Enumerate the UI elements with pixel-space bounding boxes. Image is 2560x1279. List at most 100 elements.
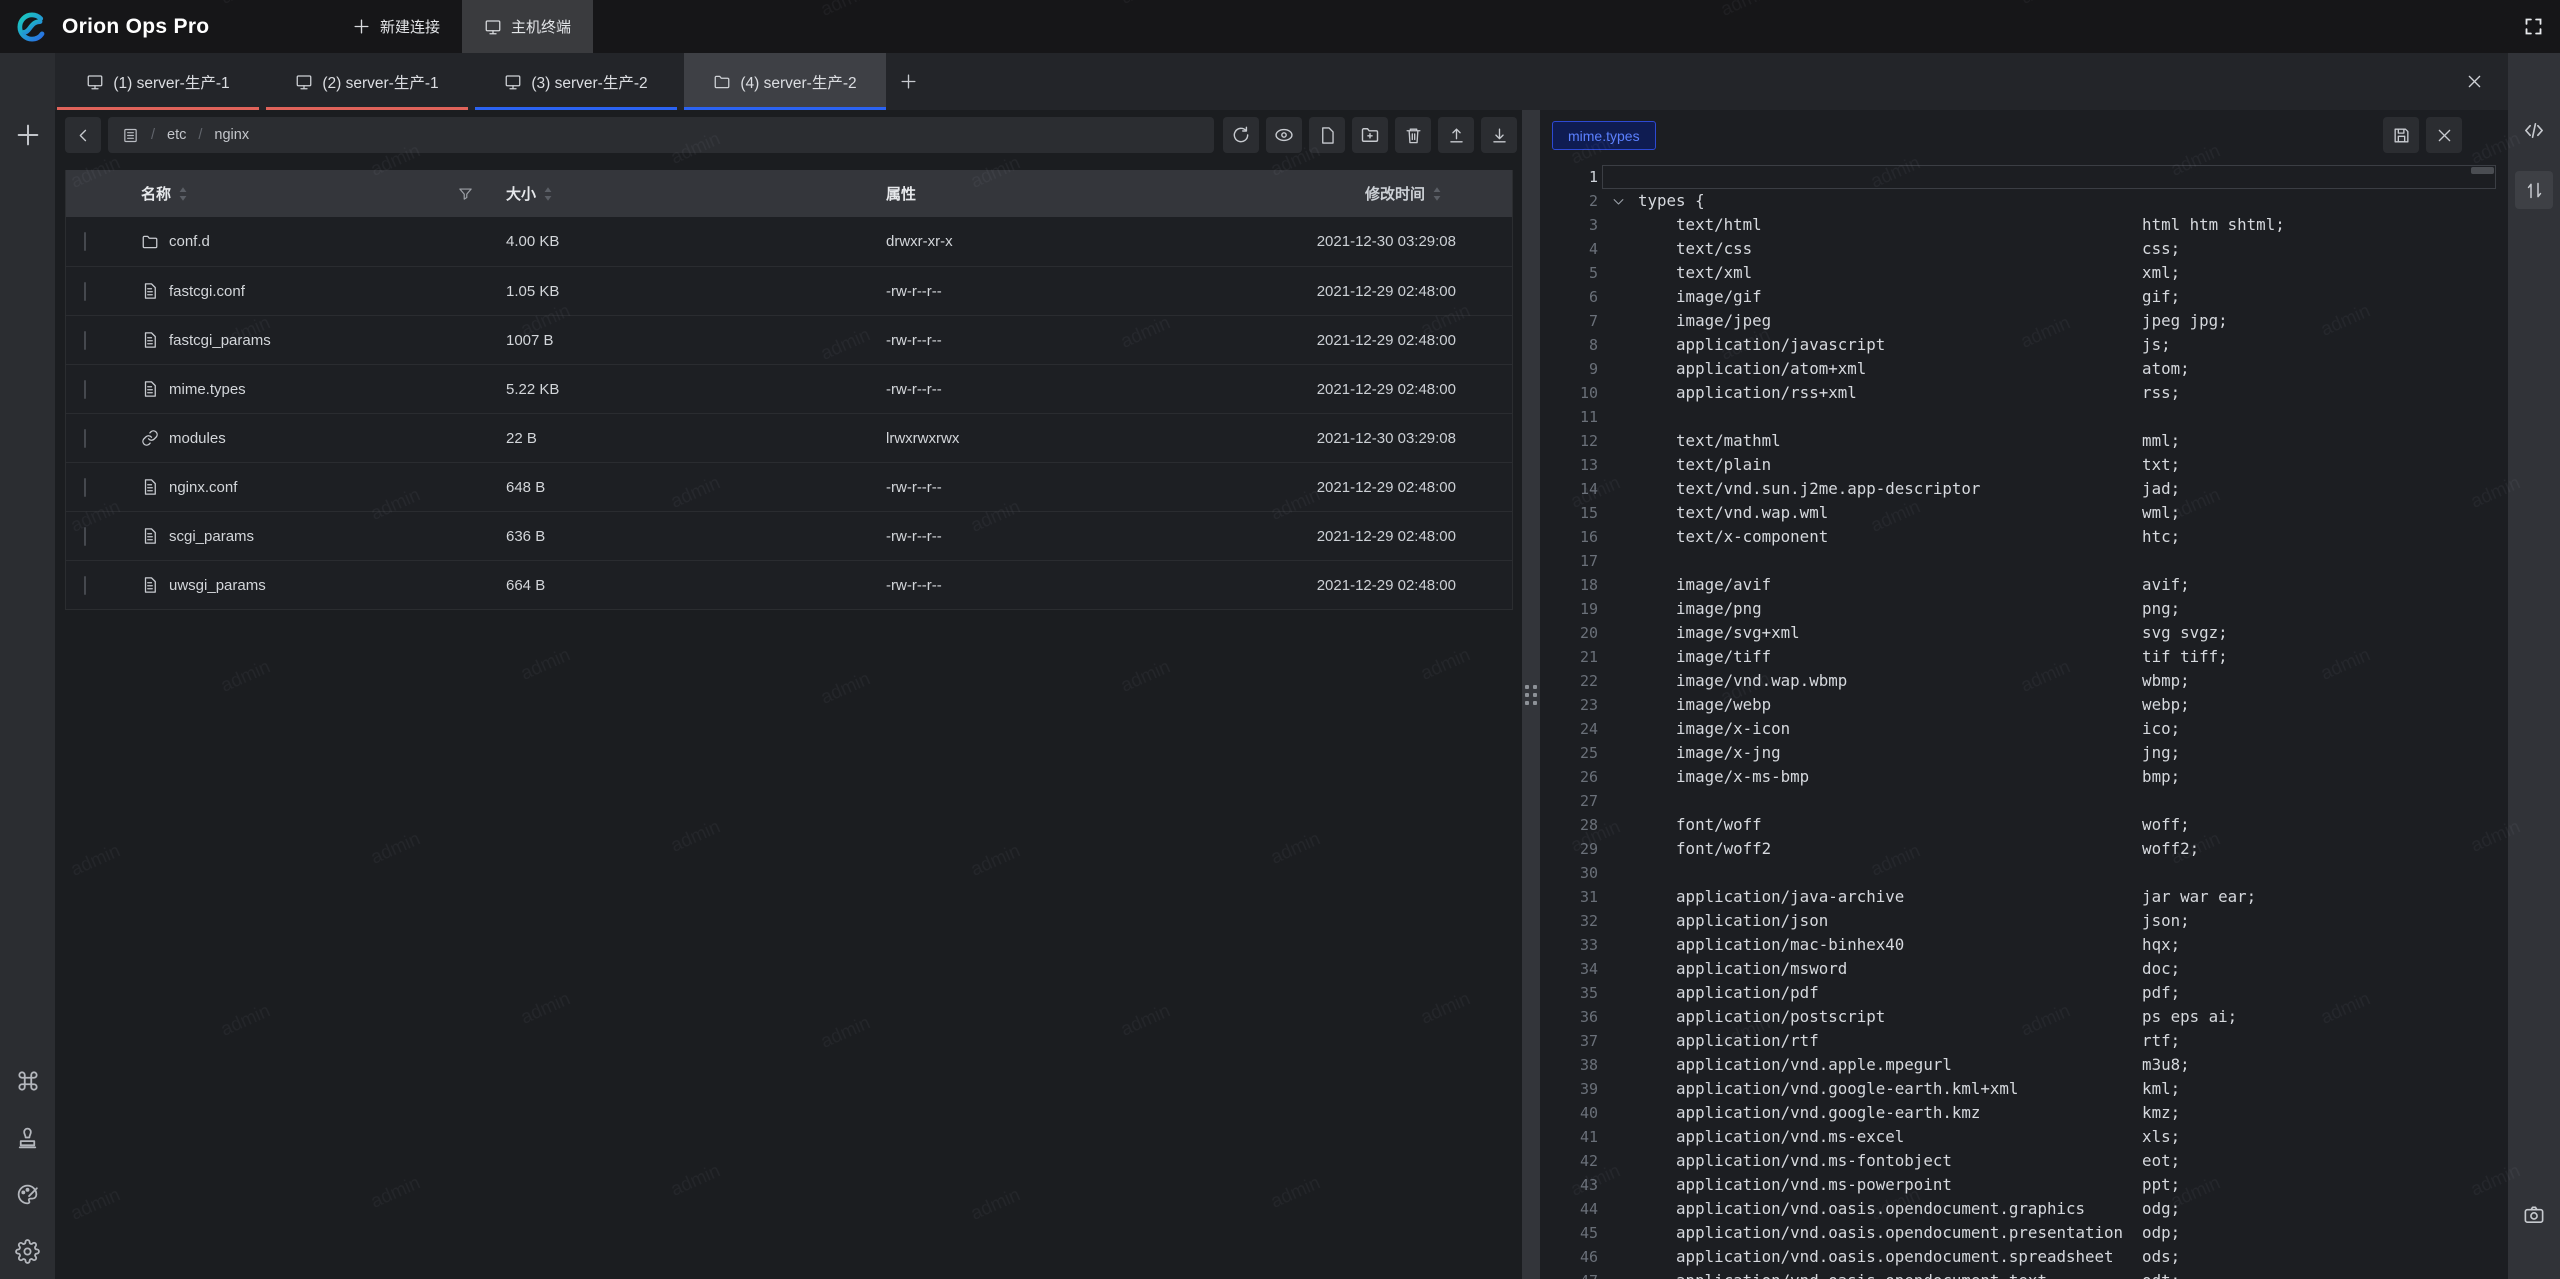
open-file-tab[interactable]: mime.types [1552, 121, 1656, 150]
line-number: 34 [1540, 957, 1598, 981]
delete-icon [1404, 126, 1423, 145]
code-text: font/woff woff; [1638, 813, 2190, 837]
file-row-scgi_params[interactable]: scgi_params636 B-rw-r--r--2021-12-29 02:… [66, 511, 1512, 560]
row-checkbox[interactable] [84, 576, 86, 595]
line-number: 6 [1540, 285, 1598, 309]
code-text: application/vnd.google-earth.kmz kmz; [1638, 1101, 2180, 1125]
fold-gutter [1598, 813, 1638, 837]
close-panel-button[interactable] [2465, 53, 2484, 110]
panel-splitter[interactable] [1522, 110, 1540, 1279]
tab-label: (1) server-生产-1 [113, 71, 229, 93]
save-icon [2392, 126, 2411, 145]
line-number: 44 [1540, 1197, 1598, 1221]
line-number: 20 [1540, 621, 1598, 645]
column-header-size[interactable]: 大小 [506, 183, 536, 204]
add-tab-button[interactable] [886, 53, 930, 110]
sort-icon[interactable] [543, 186, 553, 202]
fold-gutter [1598, 909, 1638, 933]
fold-gutter [1598, 309, 1638, 333]
close-editor-button[interactable] [2426, 117, 2462, 153]
link-icon [141, 429, 159, 447]
fold-gutter [1598, 669, 1638, 693]
row-checkbox[interactable] [84, 380, 86, 399]
code-line-38: 38 application/vnd.apple.mpegurl m3u8; [1540, 1053, 2508, 1077]
tab-label: (4) server-生产-2 [740, 71, 856, 93]
fold-gutter [1598, 429, 1638, 453]
file-row-mime.types[interactable]: mime.types5.22 KB-rw-r--r--2021-12-29 02… [66, 364, 1512, 413]
breadcrumb-segment-etc[interactable]: etc [167, 127, 186, 143]
code-text: application/msword doc; [1638, 957, 2180, 981]
row-checkbox[interactable] [84, 429, 86, 448]
root-list-icon[interactable] [122, 127, 139, 144]
code-text: application/postscript ps eps ai; [1638, 1005, 2237, 1029]
fold-gutter [1598, 1005, 1638, 1029]
row-checkbox[interactable] [84, 527, 86, 546]
screenshot-camera-icon[interactable] [2523, 1203, 2546, 1226]
code-editor[interactable]: 12types {3 text/html html htm shtml;4 te… [1540, 160, 2508, 1279]
row-checkbox[interactable] [84, 478, 86, 497]
fold-chevron-icon[interactable] [1598, 189, 1638, 213]
file-row-fastcgi.conf[interactable]: fastcgi.conf1.05 KB-rw-r--r--2021-12-29 … [66, 266, 1512, 315]
sidebar-add-button[interactable] [12, 119, 44, 151]
monitor-icon [484, 18, 502, 36]
fold-gutter [1598, 261, 1638, 285]
stamp-icon[interactable] [14, 1124, 41, 1151]
refresh-button[interactable] [1223, 117, 1259, 153]
file-attr: -rw-r--r-- [886, 528, 1291, 545]
terminal-tab-3[interactable]: (3) server-生产-2 [475, 53, 677, 110]
code-line-9: 9 application/atom+xml atom; [1540, 357, 2508, 381]
file-row-uwsgi_params[interactable]: uwsgi_params664 B-rw-r--r--2021-12-29 02… [66, 560, 1512, 609]
tab-label: (2) server-生产-1 [322, 71, 438, 93]
terminal-tab-4[interactable]: (4) server-生产-2 [684, 53, 886, 110]
code-line-7: 7 image/jpeg jpeg jpg; [1540, 309, 2508, 333]
fullscreen-icon[interactable] [2523, 16, 2544, 37]
file-size: 636 B [506, 528, 886, 545]
code-line-44: 44 application/vnd.oasis.opendocument.gr… [1540, 1197, 2508, 1221]
fold-gutter [1598, 1269, 1638, 1279]
editor-scrollbar-thumb[interactable] [2471, 167, 2494, 174]
download-button[interactable] [1481, 117, 1517, 153]
editor-header: mime.types [1540, 110, 2508, 160]
line-number: 21 [1540, 645, 1598, 669]
column-header-name[interactable]: 名称 [141, 183, 171, 204]
file-icon [141, 576, 159, 594]
terminal-tab-2[interactable]: (2) server-生产-1 [266, 53, 468, 110]
sort-icon[interactable] [178, 186, 188, 202]
code-text: application/rtf rtf; [1638, 1029, 2180, 1053]
terminal-tab-1[interactable]: (1) server-生产-1 [57, 53, 259, 110]
sort-icon[interactable] [1432, 186, 1442, 202]
fold-gutter [1598, 1149, 1638, 1173]
upload-button[interactable] [1438, 117, 1474, 153]
file-row-nginx.conf[interactable]: nginx.conf648 B-rw-r--r--2021-12-29 02:4… [66, 462, 1512, 511]
column-header-attr[interactable]: 属性 [886, 183, 916, 204]
file-attr: -rw-r--r-- [886, 381, 1291, 398]
topbar: Orion Ops Pro 新建连接 主机终端 [0, 0, 2560, 53]
swap-panels-icon[interactable] [2515, 171, 2553, 209]
file-row-fastcgi_params[interactable]: fastcgi_params1007 B-rw-r--r--2021-12-29… [66, 315, 1512, 364]
save-button[interactable] [2383, 117, 2419, 153]
fold-gutter [1598, 861, 1638, 885]
file-table: 名称 大小 属性 修改时间 conf.d4.00 KBdrwxr-xr-x202… [65, 170, 1513, 610]
delete-button[interactable] [1395, 117, 1431, 153]
menu-host-terminal[interactable]: 主机终端 [462, 0, 593, 53]
column-header-mtime[interactable]: 修改时间 [1365, 183, 1425, 204]
code-line-27: 27 [1540, 789, 2508, 813]
code-line-25: 25 image/x-jng jng; [1540, 741, 2508, 765]
command-icon[interactable] [14, 1067, 41, 1094]
fold-gutter [1598, 573, 1638, 597]
breadcrumb-segment-nginx[interactable]: nginx [214, 127, 249, 143]
back-button[interactable] [65, 117, 101, 153]
filter-icon[interactable] [457, 185, 474, 202]
settings-gear-icon[interactable] [14, 1238, 41, 1265]
new-folder-button[interactable] [1352, 117, 1388, 153]
row-checkbox[interactable] [84, 331, 86, 350]
row-checkbox[interactable] [84, 232, 86, 251]
preview-button[interactable] [1266, 117, 1302, 153]
row-checkbox[interactable] [84, 282, 86, 301]
file-row-modules[interactable]: modules22 Blrwxrwxrwx2021-12-30 03:29:08 [66, 413, 1512, 462]
menu-new-connection[interactable]: 新建连接 [330, 0, 462, 53]
code-panel-icon[interactable] [2523, 119, 2546, 142]
theme-palette-icon[interactable] [14, 1181, 41, 1208]
file-row-conf.d[interactable]: conf.d4.00 KBdrwxr-xr-x2021-12-30 03:29:… [66, 217, 1512, 266]
new-file-button[interactable] [1309, 117, 1345, 153]
